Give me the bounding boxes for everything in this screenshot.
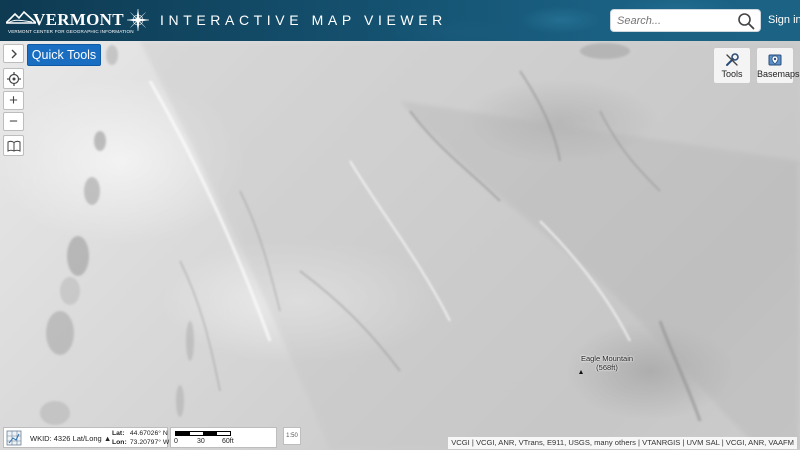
tools-button[interactable]: Tools	[713, 47, 751, 84]
lat-lon-readout: Lat: 44.67026° N Lon: 73.20797° W	[112, 430, 169, 447]
basemaps-label: Basemaps	[757, 69, 800, 79]
search-input[interactable]	[617, 13, 737, 29]
lat-value: 44.67026° N	[129, 430, 168, 437]
logo-wordmark: VERMONT	[33, 10, 124, 29]
book-icon	[7, 140, 20, 152]
app-title: INTERACTIVE MAP VIEWER	[160, 12, 447, 28]
map-attribution: VCGI | VCGI, ANR, VTrans, E911, USGS, ma…	[448, 437, 797, 449]
mountain-logo-icon	[6, 10, 36, 24]
app-header: VERMONT VERMONT CENTER FOR GEOGRAPHIC IN…	[0, 0, 800, 41]
caret-up-icon: ▲	[103, 434, 112, 443]
sign-in-link[interactable]: Sign in	[768, 14, 800, 26]
search-icon[interactable]	[737, 12, 755, 30]
coordinate-system-icon[interactable]	[6, 430, 22, 446]
wkid-label: WKID: 4326 Lat/Long	[30, 434, 102, 443]
locate-icon	[6, 71, 21, 86]
zoom-out-button[interactable]: −	[3, 112, 24, 131]
basemap-layers-icon	[768, 54, 782, 66]
hillshade-terrain	[40, 41, 800, 450]
scale-label-2: 60ft	[222, 438, 234, 445]
peak-label: Eagle Mountain (568ft)	[578, 354, 636, 372]
basemaps-button[interactable]: Basemaps	[756, 47, 800, 84]
wkid-selector[interactable]: WKID: 4326 Lat/Long ▲	[30, 434, 111, 443]
scale-label-1: 30	[197, 438, 205, 445]
quick-tools-button[interactable]: Quick Tools	[27, 44, 101, 66]
lon-label: Lon:	[112, 438, 127, 446]
compass-rose-icon	[126, 8, 150, 32]
scale-toggle-button[interactable]: 1:50	[283, 427, 301, 445]
peak-elevation: (568ft)	[596, 363, 618, 372]
zoom-in-button[interactable]: +	[3, 91, 24, 110]
lat-label: Lat:	[112, 430, 125, 437]
expand-panel-button[interactable]	[3, 44, 24, 63]
bookmarks-button[interactable]	[3, 135, 24, 156]
map-view[interactable]: Quick Tools + − Tools Basemaps Eagle Mou…	[0, 41, 800, 450]
lon-value: 73.20797° W	[129, 438, 170, 446]
peak-marker-icon	[579, 370, 583, 374]
logo-subtitle: VERMONT CENTER FOR GEOGRAPHIC INFORMATIO…	[8, 29, 134, 34]
tools-wrench-icon	[726, 53, 739, 66]
tools-label: Tools	[721, 69, 743, 79]
scale-label-0: 0	[174, 438, 178, 445]
locate-button[interactable]	[3, 68, 24, 89]
scale-bar-panel: 0 30 60ft	[170, 427, 277, 448]
peak-name: Eagle Mountain	[580, 354, 634, 363]
search-box[interactable]	[610, 9, 761, 32]
scale-bar	[175, 431, 231, 436]
chevron-right-icon	[11, 49, 17, 58]
vcgi-logo[interactable]: VERMONT VERMONT CENTER FOR GEOGRAPHIC IN…	[6, 6, 134, 36]
coordinate-panel: WKID: 4326 Lat/Long ▲ Lat: 44.67026° N L…	[3, 427, 169, 448]
